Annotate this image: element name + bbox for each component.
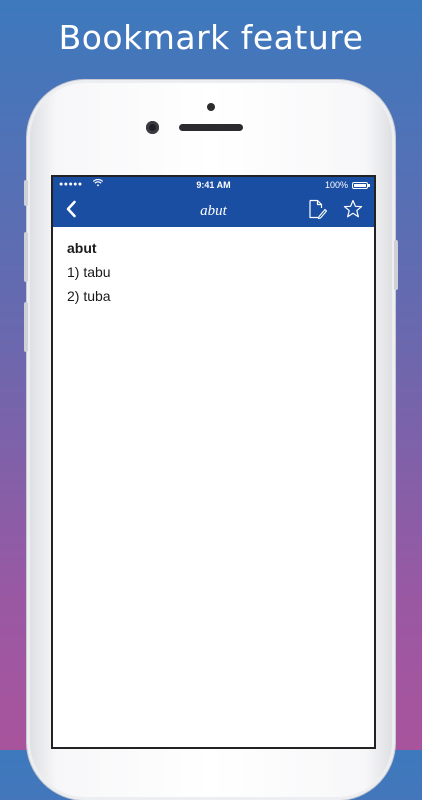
earpiece-speaker (179, 124, 243, 131)
battery-percentage: 100% (324, 180, 348, 190)
feature-headline: Bookmark feature (58, 18, 364, 57)
note-edit-icon (307, 199, 328, 224)
entry-headword: abut (67, 240, 97, 256)
sensor-dot (207, 103, 215, 111)
power-button (394, 240, 398, 290)
front-camera (146, 121, 159, 134)
star-outline-icon (343, 199, 363, 224)
meaning-item: 2) tuba (67, 288, 111, 304)
volume-down-button (24, 302, 28, 352)
status-bar: ●●●●● 9:41 AM 100% (53, 177, 374, 195)
battery-icon (352, 182, 370, 189)
volume-up-button (24, 232, 28, 282)
mute-switch (24, 180, 28, 206)
back-button[interactable] (57, 197, 85, 225)
bookmark-star-button[interactable] (340, 198, 366, 224)
edit-note-button[interactable] (304, 198, 330, 224)
entry-content: abut 1) tabu 2) tuba (53, 227, 374, 325)
chevron-left-icon (65, 200, 77, 223)
navigation-bar: abut (53, 195, 374, 227)
phone-screen: ●●●●● 9:41 AM 100% abut abut 1) tabu 2) … (51, 175, 376, 749)
meaning-item: 1) tabu (67, 264, 111, 280)
